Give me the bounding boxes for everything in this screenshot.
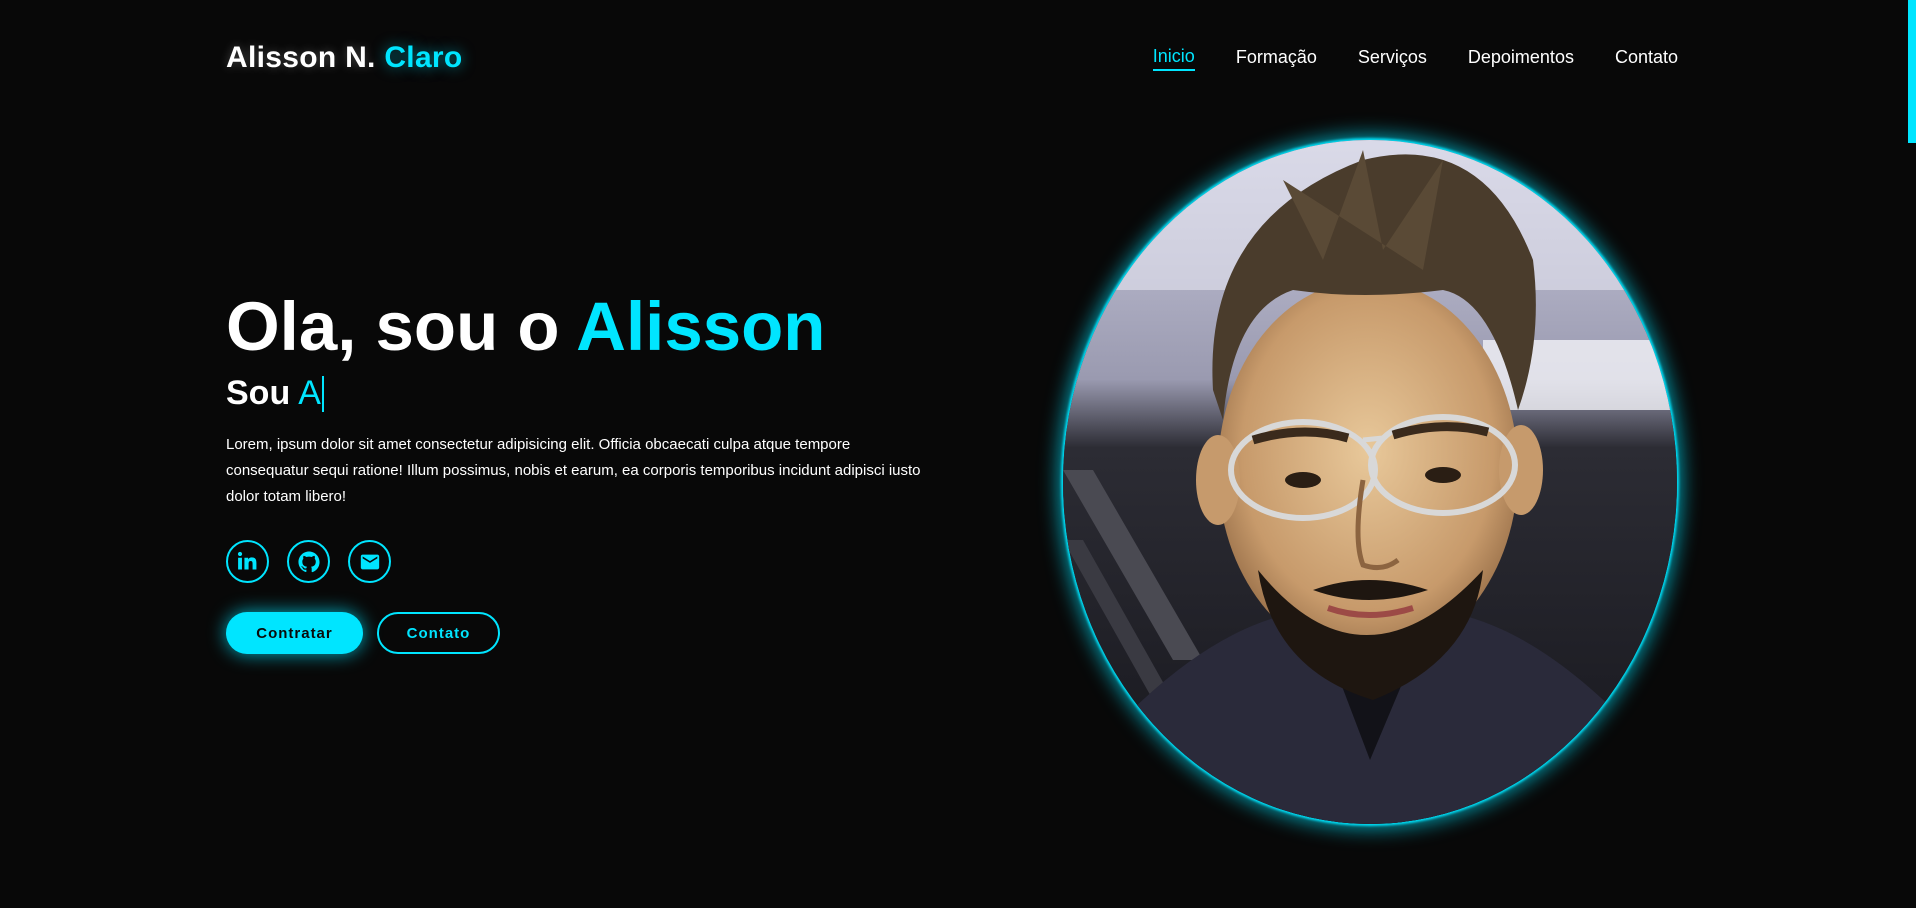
nav-link-contato[interactable]: Contato: [1615, 47, 1678, 70]
github-button[interactable]: [287, 540, 330, 583]
hero-actions: Contratar Contato: [226, 612, 500, 654]
header: Alisson N. Claro Inicio Formação Serviço…: [226, 38, 1678, 78]
page: Alisson N. Claro Inicio Formação Serviço…: [0, 0, 1916, 908]
logo-surname: Claro: [384, 41, 463, 74]
hire-button[interactable]: Contratar: [226, 612, 363, 654]
social-links: [226, 540, 391, 583]
logo-name: Alisson N.: [226, 41, 376, 74]
github-icon: [297, 550, 320, 572]
profile-portrait-illustration: [1063, 140, 1677, 824]
nav-link-formacao[interactable]: Formação: [1236, 47, 1317, 70]
hero-description: Lorem, ipsum dolor sit amet consectetur …: [226, 436, 921, 505]
nav-link-servicos[interactable]: Serviços: [1358, 47, 1427, 70]
email-button[interactable]: [348, 540, 391, 583]
nav-link-depoimentos[interactable]: Depoimentos: [1468, 47, 1574, 70]
hero-title-name: Alisson: [576, 288, 826, 365]
hero-subtitle: Sou A: [226, 374, 324, 413]
contact-button[interactable]: Contato: [377, 612, 500, 654]
typing-caret: [321, 375, 324, 412]
hero-title: Ola, sou o Alisson: [226, 292, 825, 361]
linkedin-icon: [237, 551, 256, 570]
hero-title-prefix: Ola, sou o: [226, 288, 560, 365]
profile-photo: [1063, 140, 1677, 824]
logo[interactable]: Alisson N. Claro: [226, 41, 463, 75]
scrollbar-thumb[interactable]: [1908, 0, 1916, 143]
linkedin-button[interactable]: [226, 540, 269, 583]
hero-subtitle-prefix: Sou: [226, 374, 291, 412]
main-nav: Inicio Formação Serviços Depoimentos Con…: [1152, 46, 1678, 71]
typed-text: A: [298, 374, 321, 412]
nav-link-inicio[interactable]: Inicio: [1152, 46, 1195, 71]
mail-icon: [360, 554, 379, 569]
